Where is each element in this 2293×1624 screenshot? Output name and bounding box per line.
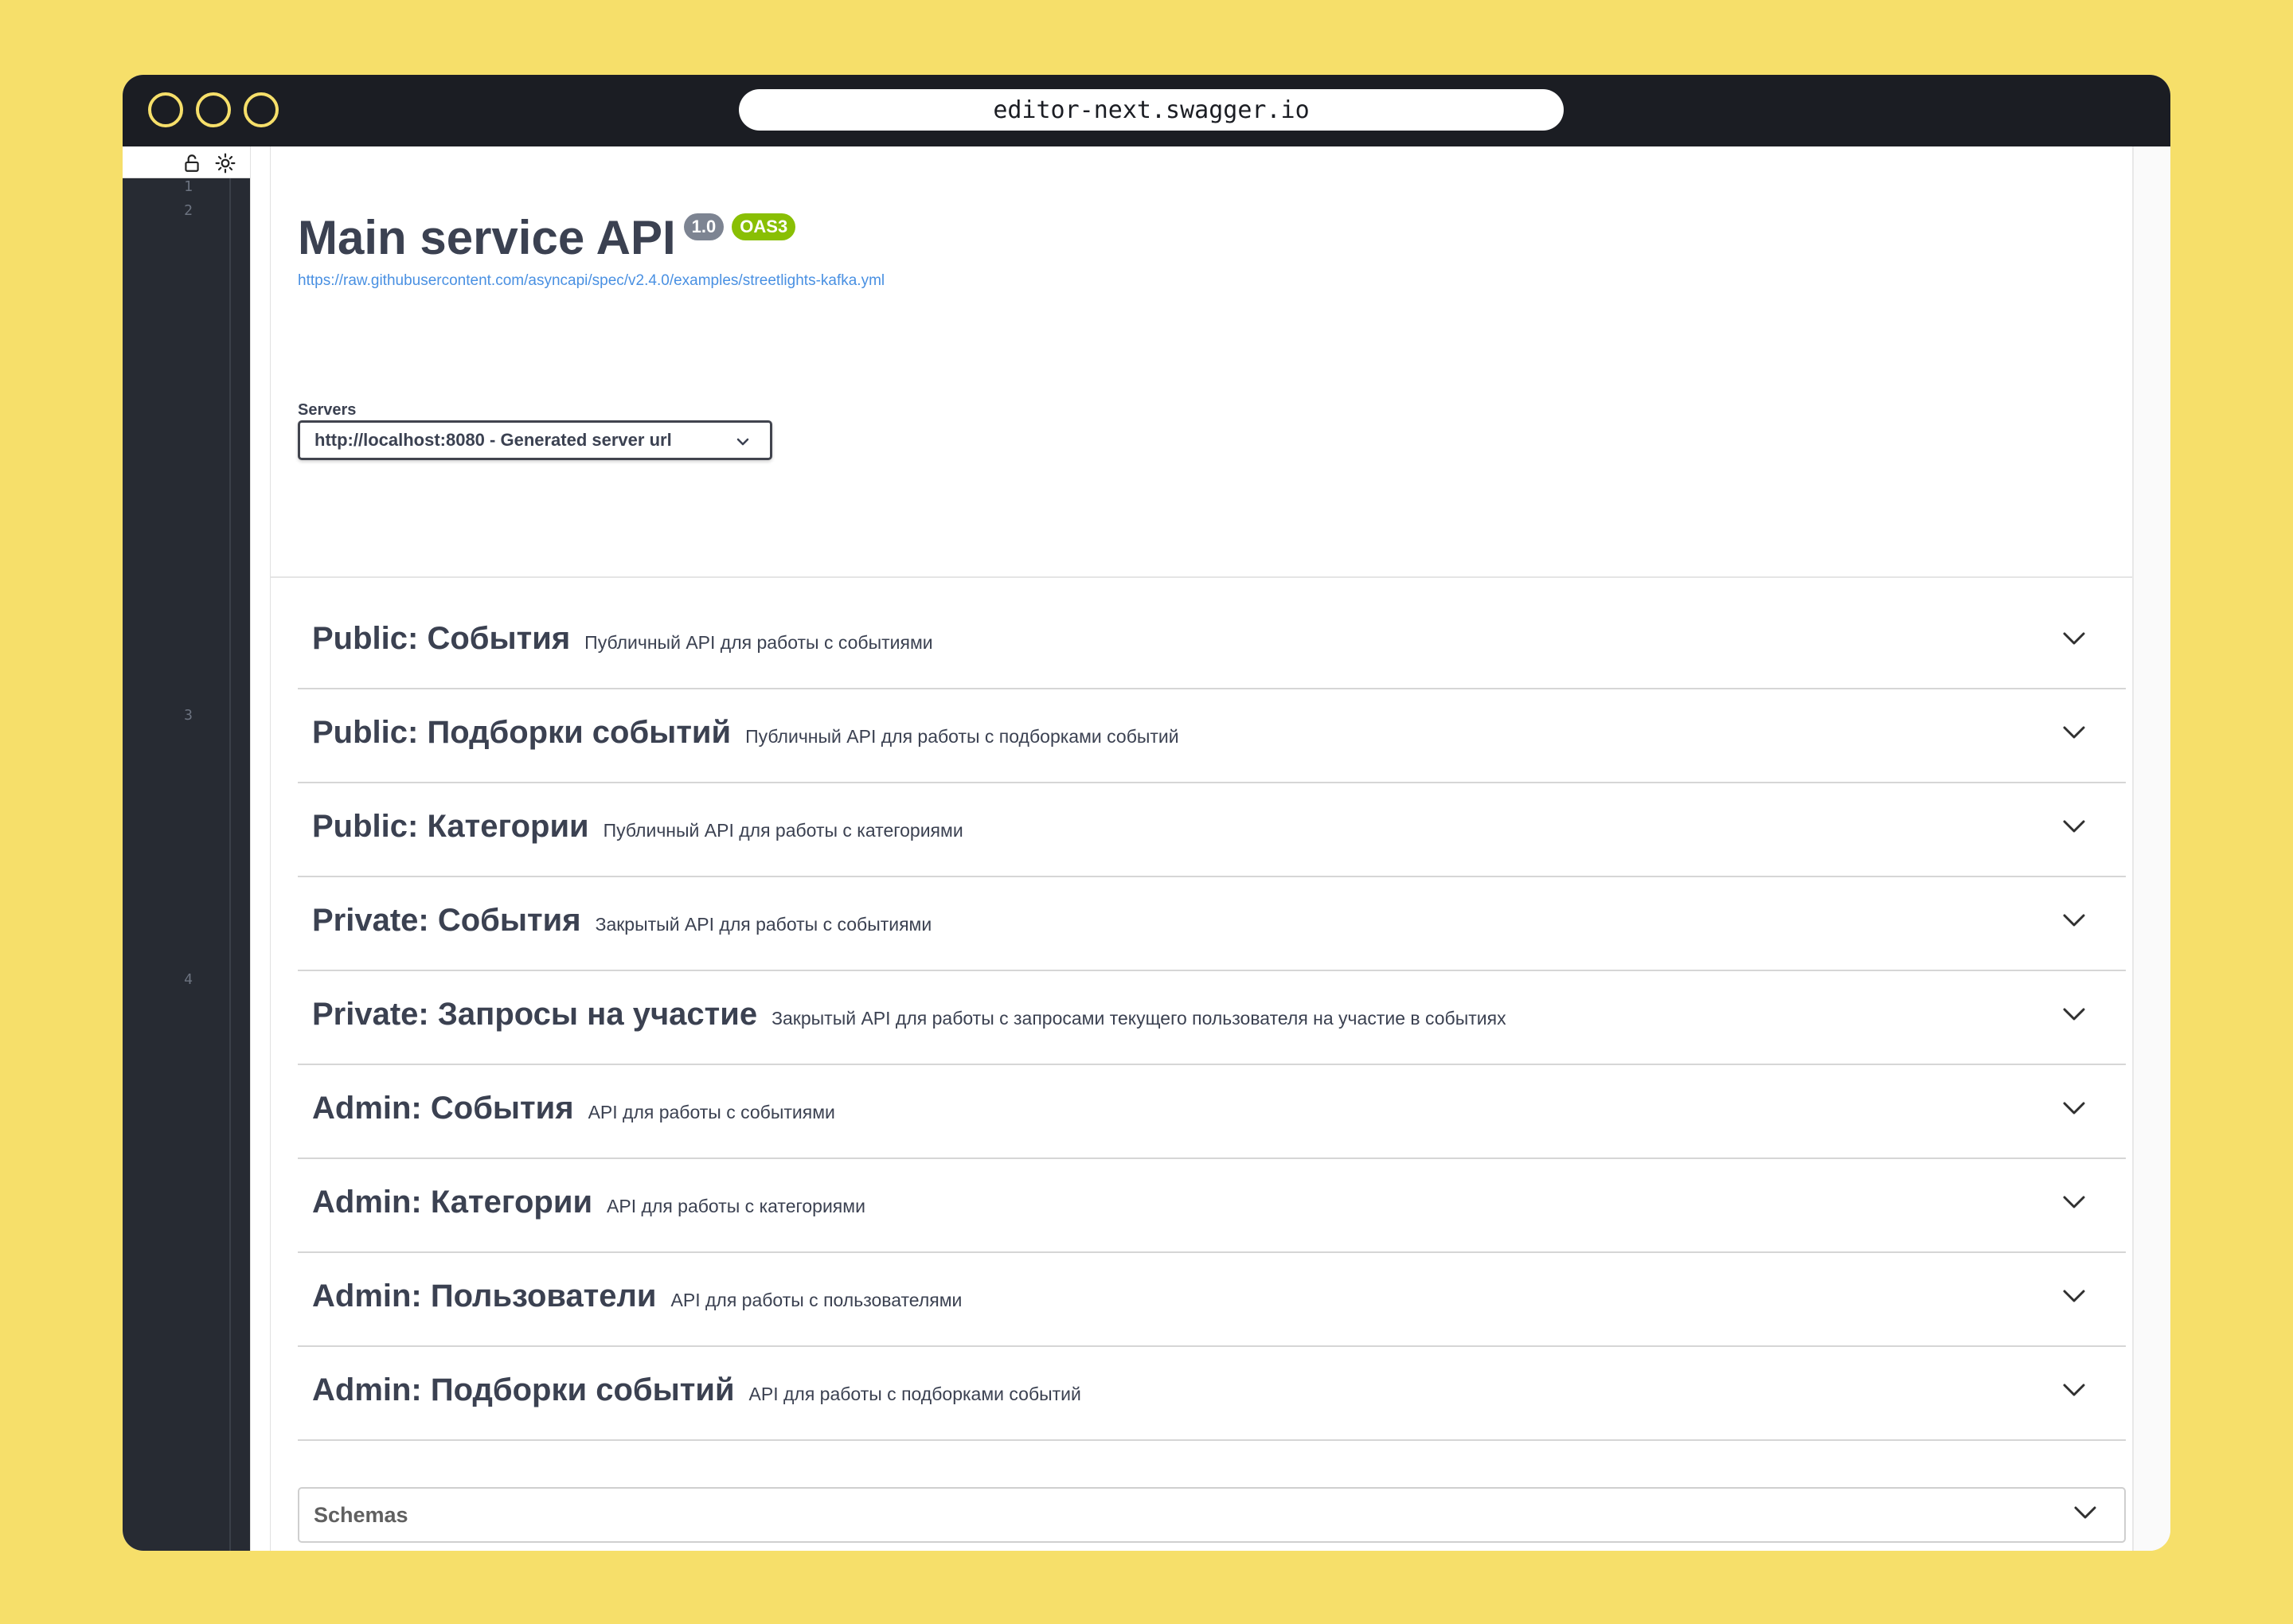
tag-section-admin-compilations[interactable]: Admin: Подборки событий API для работы с … bbox=[298, 1347, 2126, 1441]
servers-select[interactable]: http://localhost:8080 - Generated server… bbox=[298, 420, 772, 460]
tag-description: Закрытый API для работы с запросами теку… bbox=[771, 1008, 1506, 1029]
tag-name: Admin: События bbox=[312, 1091, 574, 1126]
tag-section-private-events[interactable]: Private: События Закрытый API для работы … bbox=[298, 877, 2126, 971]
scroll-gutter bbox=[2132, 146, 2170, 1551]
tag-section-admin-categories[interactable]: Admin: Категории API для работы с категор… bbox=[298, 1159, 2126, 1253]
chevron-down-icon[interactable] bbox=[2073, 1505, 2097, 1521]
unlock-icon[interactable] bbox=[182, 153, 202, 174]
chevron-down-icon[interactable] bbox=[2062, 818, 2086, 834]
tag-description: Закрытый API для работы с событиями bbox=[595, 914, 932, 935]
schemas-section[interactable]: Schemas bbox=[298, 1487, 2126, 1543]
tag-section-public-compilations[interactable]: Public: Подборки событий Публичный API дл… bbox=[298, 689, 2126, 783]
tag-name: Admin: Подборки событий bbox=[312, 1372, 735, 1407]
tag-section-admin-events[interactable]: Admin: События API для работы с событиями bbox=[298, 1065, 2126, 1159]
servers-label: Servers bbox=[298, 401, 357, 419]
tag-section-public-events[interactable]: Public: События Публичный API для работы … bbox=[298, 595, 2126, 689]
page-title: Main service API 1.0 OAS3 bbox=[298, 210, 796, 265]
address-bar[interactable]: editor-next.swagger.io bbox=[739, 89, 1564, 131]
schemas-label: Schemas bbox=[314, 1503, 408, 1527]
line-number: 3 bbox=[184, 707, 193, 724]
chevron-down-icon[interactable] bbox=[2062, 1100, 2086, 1116]
chevron-down-icon[interactable] bbox=[2062, 630, 2086, 646]
tag-name: Admin: Пользователи bbox=[312, 1279, 657, 1314]
code-editor-pane[interactable]: 1 2 3 4 bbox=[123, 146, 250, 1551]
editor-toolbar bbox=[123, 146, 250, 178]
tag-description: Публичный API для работы с подборками со… bbox=[745, 726, 1179, 747]
browser-titlebar: editor-next.swagger.io bbox=[123, 75, 2170, 146]
tag-description: Публичный API для работы с категориями bbox=[603, 820, 963, 841]
window-maximize-button[interactable] bbox=[244, 92, 279, 127]
api-info-section: Main service API 1.0 OAS3 https://raw.gi… bbox=[271, 146, 2132, 578]
version-badge: 1.0 bbox=[683, 213, 725, 240]
tag-name: Public: Подборки событий bbox=[312, 715, 732, 750]
swagger-ui-pane: Main service API 1.0 OAS3 https://raw.gi… bbox=[271, 146, 2132, 1551]
window-minimize-button[interactable] bbox=[196, 92, 231, 127]
tag-description: API для работы с пользователями bbox=[670, 1290, 963, 1310]
api-title: Main service API bbox=[298, 211, 676, 264]
window-close-button[interactable] bbox=[148, 92, 183, 127]
tag-section-public-categories[interactable]: Public: Категории Публичный API для работ… bbox=[298, 783, 2126, 877]
line-number: 1 bbox=[184, 178, 193, 195]
chevron-down-icon[interactable] bbox=[2062, 724, 2086, 740]
tag-name: Admin: Категории bbox=[312, 1185, 593, 1220]
tag-section-admin-users[interactable]: Admin: Пользователи API для работы с поль… bbox=[298, 1253, 2126, 1347]
tag-description: Публичный API для работы с событиями bbox=[584, 632, 933, 653]
chevron-down-icon[interactable] bbox=[2062, 1006, 2086, 1022]
line-number: 4 bbox=[184, 971, 193, 988]
pane-resizer[interactable] bbox=[250, 146, 271, 1551]
chevron-down-icon[interactable] bbox=[2062, 1194, 2086, 1210]
editor-gutter: 1 2 3 4 bbox=[123, 178, 231, 1551]
chevron-down-icon[interactable] bbox=[2062, 912, 2086, 928]
spec-url-link[interactable]: https://raw.githubusercontent.com/asynca… bbox=[298, 272, 885, 290]
browser-window: editor-next.swagger.io 1 2 3 4 Main serv… bbox=[123, 75, 2170, 1551]
tag-description: API для работы с событиями bbox=[588, 1102, 835, 1122]
chevron-down-icon[interactable] bbox=[2062, 1288, 2086, 1304]
chevron-down-icon[interactable] bbox=[2062, 1382, 2086, 1398]
tag-section-private-requests[interactable]: Private: Запросы на участие Закрытый API … bbox=[298, 971, 2126, 1065]
tag-description: API для работы с категориями bbox=[607, 1196, 865, 1216]
tag-name: Public: Категории bbox=[312, 809, 589, 844]
oas-badge: OAS3 bbox=[732, 213, 796, 240]
chevron-down-icon bbox=[736, 438, 749, 446]
tag-name: Public: События bbox=[312, 621, 571, 656]
tag-description: API для работы с подборками событий bbox=[748, 1384, 1081, 1404]
line-number: 2 bbox=[184, 202, 193, 219]
sun-icon[interactable] bbox=[215, 153, 236, 174]
servers-selected-value: http://localhost:8080 - Generated server… bbox=[314, 430, 672, 450]
tag-name: Private: Запросы на участие bbox=[312, 997, 758, 1032]
tag-name: Private: События bbox=[312, 903, 581, 938]
